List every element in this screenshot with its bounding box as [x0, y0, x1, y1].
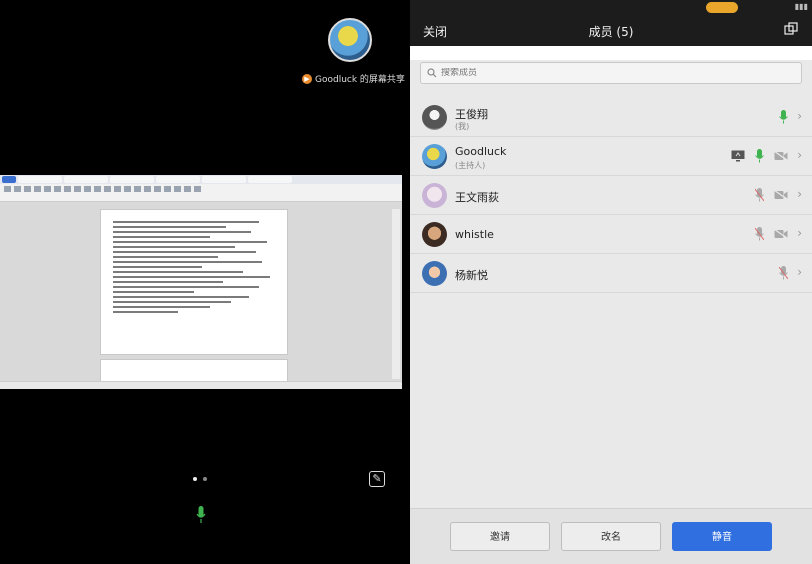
mic-off-icon[interactable]	[755, 227, 764, 241]
action-bar: 邀请 改名 静音	[410, 508, 812, 564]
panel-header: 关闭 成员 (5)	[410, 14, 812, 46]
shared-screen-content[interactable]	[0, 175, 402, 389]
sharer-avatar	[328, 18, 372, 62]
chevron-right-icon[interactable]: ›	[797, 148, 802, 162]
mic-off-icon[interactable]	[779, 266, 788, 280]
member-row[interactable]: 王文雨荻 ›	[410, 176, 812, 215]
member-name: whistle	[455, 228, 494, 241]
search-input[interactable]	[441, 68, 781, 78]
chevron-right-icon[interactable]: ›	[797, 109, 802, 123]
popout-icon[interactable]	[784, 22, 798, 36]
member-row[interactable]: Goodluck (主持人) ›	[410, 137, 812, 176]
avatar	[422, 222, 447, 247]
member-name: 王俊翔	[455, 108, 488, 121]
shared-document-page	[100, 209, 288, 355]
avatar	[422, 183, 447, 208]
mic-icon[interactable]	[196, 506, 206, 524]
battery-indicator: ▮▮▮	[794, 2, 808, 11]
invite-button[interactable]: 邀请	[450, 522, 550, 551]
chevron-right-icon[interactable]: ›	[797, 265, 802, 279]
member-panel: ▮▮▮ 关闭 成员 (5) 王俊翔 (我)	[410, 0, 812, 564]
shared-ribbon	[0, 184, 402, 202]
share-icon: ▶	[302, 73, 312, 84]
camera-off-icon[interactable]	[774, 229, 788, 239]
member-list: 王俊翔 (我) › Goodluck (主持人) › 王文雨荻 › whistl…	[410, 98, 812, 293]
avatar	[422, 261, 447, 286]
shared-tab-bar	[0, 175, 402, 184]
member-row[interactable]: 杨新悦 ›	[410, 254, 812, 293]
member-search[interactable]	[420, 62, 802, 84]
chevron-right-icon[interactable]: ›	[797, 226, 802, 240]
member-name: 王文雨荻	[455, 191, 499, 204]
share-caption-text: Goodluck 的屏幕共享	[315, 75, 405, 85]
member-row[interactable]: 王俊翔 (我) ›	[410, 98, 812, 137]
meeting-window: ▶ Goodluck 的屏幕共享 ✎ ▮▮▮ 关闭 成员 (5) 搜索成员 王俊…	[0, 0, 812, 564]
shared-status-bar	[0, 381, 402, 389]
member-name: Goodluck	[455, 145, 507, 158]
rename-button[interactable]: 改名	[561, 522, 661, 551]
avatar	[422, 144, 447, 169]
member-name: 杨新悦	[455, 269, 488, 282]
chevron-right-icon[interactable]: ›	[797, 187, 802, 201]
avatar	[422, 105, 447, 130]
camera-off-icon[interactable]	[774, 151, 788, 161]
annotate-icon[interactable]: ✎	[369, 471, 385, 487]
page-indicator[interactable]	[193, 477, 207, 481]
camera-off-icon[interactable]	[774, 190, 788, 200]
mic-on-icon[interactable]	[755, 149, 764, 163]
mic-on-icon[interactable]	[779, 110, 788, 124]
share-caption: ▶ Goodluck 的屏幕共享	[302, 72, 405, 85]
shared-side-toolbar	[392, 209, 400, 379]
panel-title: 成员 (5)	[588, 25, 634, 39]
member-role: (主持人)	[455, 161, 486, 170]
member-role: (我)	[455, 122, 470, 131]
mute-all-button[interactable]: 静音	[672, 522, 772, 551]
search-icon	[427, 68, 437, 78]
mic-status-pill	[706, 2, 738, 13]
mic-off-icon[interactable]	[755, 188, 764, 202]
header-spacer	[410, 46, 812, 60]
page-dot-1[interactable]	[193, 477, 197, 481]
system-status-bar: ▮▮▮	[410, 0, 812, 14]
page-dot-2[interactable]	[203, 477, 207, 481]
screen-share-area: ▶ Goodluck 的屏幕共享 ✎	[0, 0, 405, 564]
member-row[interactable]: whistle ›	[410, 215, 812, 254]
screen-share-icon[interactable]	[731, 150, 745, 162]
